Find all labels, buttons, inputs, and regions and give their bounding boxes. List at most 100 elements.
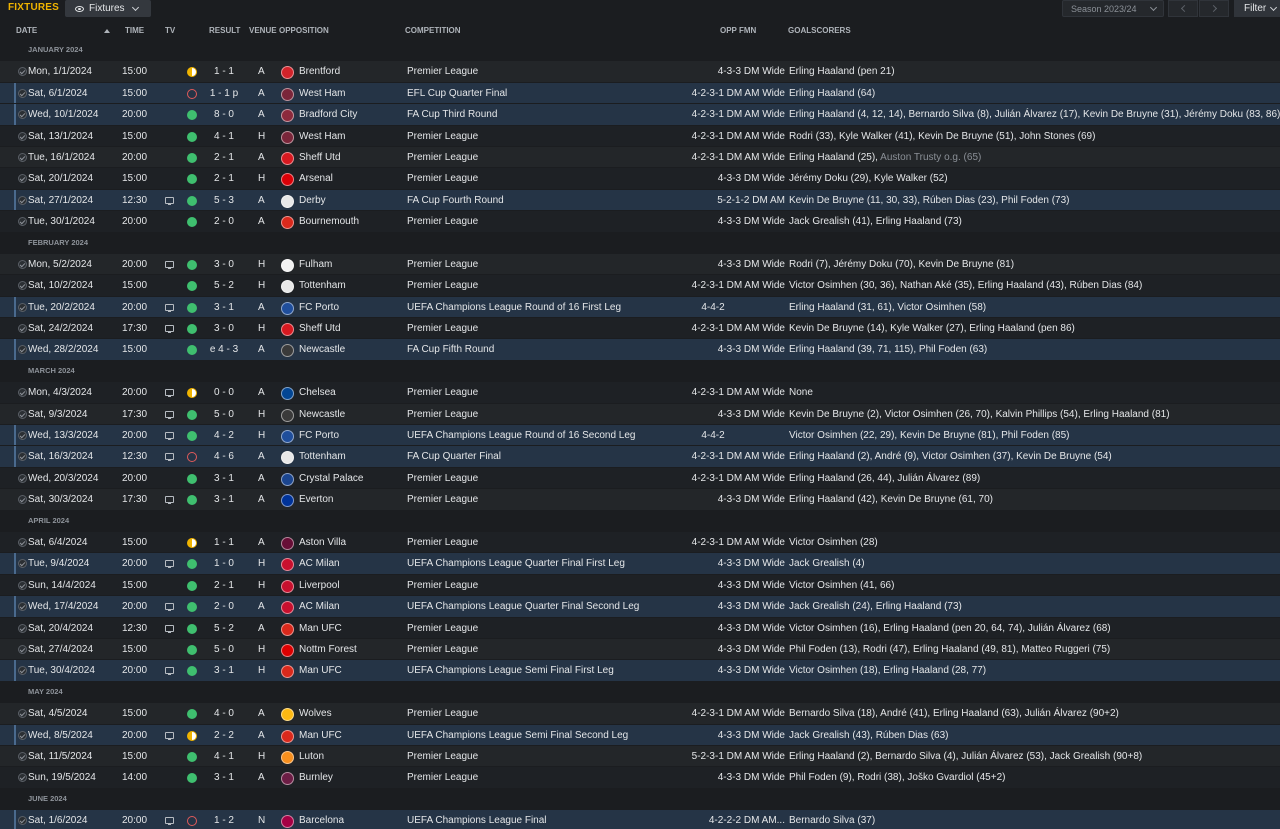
fixture-result[interactable]: 2 - 1 xyxy=(202,580,246,591)
column-header-time[interactable]: TIME xyxy=(125,26,144,35)
competition-link[interactable]: Premier League xyxy=(407,537,478,548)
opposition-link[interactable]: Luton xyxy=(299,751,324,762)
competition-link[interactable]: Premier League xyxy=(407,216,478,227)
competition-link[interactable]: Premier League xyxy=(407,66,478,77)
select-checkbox[interactable] xyxy=(18,452,27,462)
fixture-row[interactable]: Wed, 13/3/2024 20:00 4 - 2 H FC Porto UEFA Ch… xyxy=(0,424,1280,446)
competition-link[interactable]: Premier League xyxy=(407,623,478,634)
column-header-opp-fmn[interactable]: OPP FMN xyxy=(720,26,756,35)
competition-link[interactable]: FA Cup Fourth Round xyxy=(407,195,504,206)
fixture-result[interactable]: 3 - 1 xyxy=(202,772,246,783)
fixture-row[interactable]: Tue, 16/1/2024 20:00 2 - 1 A Sheff Utd Premie… xyxy=(0,145,1280,168)
competition-link[interactable]: Premier League xyxy=(407,494,478,505)
select-checkbox[interactable] xyxy=(18,816,27,826)
column-header-goalscorers[interactable]: GOALSCORERS xyxy=(788,26,851,35)
fixture-row[interactable]: Tue, 30/1/2024 20:00 2 - 0 A Bournemouth Prem… xyxy=(0,210,1280,232)
fixture-row[interactable]: Sat, 1/6/2024 20:00 1 - 2 N Barcelona UEFA Ch… xyxy=(0,809,1280,829)
competition-link[interactable]: Premier League xyxy=(407,173,478,184)
competition-link[interactable]: Premier League xyxy=(407,280,478,291)
competition-link[interactable]: UEFA Champions League Semi Final First L… xyxy=(407,665,614,676)
select-checkbox[interactable] xyxy=(18,602,27,612)
select-checkbox[interactable] xyxy=(18,709,27,719)
column-header-opposition[interactable]: OPPOSITION xyxy=(279,26,329,35)
fixture-row[interactable]: Sat, 6/4/2024 15:00 1 - 1 A Aston Villa Premi… xyxy=(0,530,1280,553)
opposition-link[interactable]: FC Porto xyxy=(299,430,339,441)
opposition-link[interactable]: AC Milan xyxy=(299,601,340,612)
select-checkbox[interactable] xyxy=(18,730,27,740)
opposition-link[interactable]: AC Milan xyxy=(299,558,340,569)
fixture-result[interactable]: 4 - 1 xyxy=(202,131,246,142)
fixture-row[interactable]: Sun, 14/4/2024 15:00 2 - 1 H Liverpool Premie… xyxy=(0,573,1280,596)
opposition-link[interactable]: Crystal Palace xyxy=(299,473,363,484)
select-checkbox[interactable] xyxy=(18,623,27,633)
season-dropdown[interactable]: Season 2023/24 xyxy=(1062,0,1164,17)
select-checkbox[interactable] xyxy=(18,495,27,505)
filter-button[interactable]: Filter xyxy=(1234,0,1280,17)
fixture-result[interactable]: 1 - 1 xyxy=(202,66,246,77)
select-checkbox[interactable] xyxy=(18,259,27,269)
opposition-link[interactable]: Brentford xyxy=(299,66,340,77)
competition-link[interactable]: UEFA Champions League Round of 16 Second… xyxy=(407,430,636,441)
column-header-tv[interactable]: TV xyxy=(165,26,175,35)
fixture-result[interactable]: 5 - 3 xyxy=(202,195,246,206)
fixture-row[interactable]: Tue, 20/2/2024 20:00 3 - 1 A FC Porto UEFA Ch… xyxy=(0,295,1280,318)
select-checkbox[interactable] xyxy=(18,324,27,334)
fixture-result[interactable]: 2 - 1 xyxy=(202,173,246,184)
fixture-result[interactable]: 2 - 1 xyxy=(202,152,246,163)
fixture-result[interactable]: 0 - 0 xyxy=(202,387,246,398)
fixture-result[interactable]: 1 - 1 p xyxy=(202,88,246,99)
competition-link[interactable]: Premier League xyxy=(407,708,478,719)
opposition-link[interactable]: Newcastle xyxy=(299,344,345,355)
view-dropdown[interactable]: Fixtures xyxy=(65,0,151,17)
fixture-result[interactable]: e 4 - 3 xyxy=(202,344,246,355)
opposition-link[interactable]: Newcastle xyxy=(299,409,345,420)
fixture-row[interactable]: Sat, 20/4/2024 12:30 5 - 2 A Man UFC Premier … xyxy=(0,616,1280,638)
select-checkbox[interactable] xyxy=(18,67,27,77)
fixture-result[interactable]: 4 - 1 xyxy=(202,751,246,762)
fixture-row[interactable]: Wed, 20/3/2024 20:00 3 - 1 A Crystal Palace P… xyxy=(0,466,1280,489)
opposition-link[interactable]: Tottenham xyxy=(299,280,346,291)
select-checkbox[interactable] xyxy=(18,152,27,162)
fixture-row[interactable]: Sat, 24/2/2024 17:30 3 - 0 H Sheff Utd Premie… xyxy=(0,317,1280,339)
competition-link[interactable]: Premier League xyxy=(407,409,478,420)
fixture-row[interactable]: Sat, 16/3/2024 12:30 4 - 6 A Tottenham FA Cup… xyxy=(0,445,1280,468)
fixture-result[interactable]: 5 - 0 xyxy=(202,409,246,420)
fixture-result[interactable]: 2 - 0 xyxy=(202,601,246,612)
competition-link[interactable]: EFL Cup Quarter Final xyxy=(407,88,507,99)
competition-link[interactable]: UEFA Champions League Final xyxy=(407,815,547,826)
fixture-result[interactable]: 2 - 0 xyxy=(202,216,246,227)
select-checkbox[interactable] xyxy=(18,131,27,141)
competition-link[interactable]: Premier League xyxy=(407,751,478,762)
fixture-result[interactable]: 5 - 0 xyxy=(202,644,246,655)
opposition-link[interactable]: Nottm Forest xyxy=(299,644,357,655)
select-checkbox[interactable] xyxy=(18,345,27,355)
opposition-link[interactable]: Fulham xyxy=(299,259,332,270)
competition-link[interactable]: FA Cup Quarter Final xyxy=(407,451,501,462)
fixture-row[interactable]: Tue, 30/4/2024 20:00 3 - 1 H Man UFC UEFA Cha… xyxy=(0,659,1280,682)
competition-link[interactable]: Premier League xyxy=(407,131,478,142)
opposition-link[interactable]: Aston Villa xyxy=(299,537,346,548)
fixture-row[interactable]: Wed, 8/5/2024 20:00 2 - 2 A Man UFC UEFA Cham… xyxy=(0,723,1280,746)
fixture-result[interactable]: 3 - 1 xyxy=(202,494,246,505)
select-checkbox[interactable] xyxy=(18,302,27,312)
opposition-link[interactable]: Derby xyxy=(299,195,326,206)
select-checkbox[interactable] xyxy=(18,559,27,569)
competition-link[interactable]: Premier League xyxy=(407,644,478,655)
select-checkbox[interactable] xyxy=(18,174,27,184)
fixture-row[interactable]: Wed, 17/4/2024 20:00 2 - 0 A AC Milan UEFA Ch… xyxy=(0,595,1280,617)
competition-link[interactable]: UEFA Champions League Quarter Final Seco… xyxy=(407,601,639,612)
competition-link[interactable]: Premier League xyxy=(407,772,478,783)
fixture-row[interactable]: Sat, 27/1/2024 12:30 5 - 3 A Derby FA Cup Fou… xyxy=(0,188,1280,211)
fixture-row[interactable]: Sat, 20/1/2024 15:00 2 - 1 H Arsenal Premier … xyxy=(0,167,1280,189)
competition-link[interactable]: FA Cup Third Round xyxy=(407,109,497,120)
fixture-row[interactable]: Sat, 10/2/2024 15:00 5 - 2 H Tottenham Premie… xyxy=(0,274,1280,296)
opposition-link[interactable]: Man UFC xyxy=(299,665,342,676)
select-checkbox[interactable] xyxy=(18,431,27,441)
column-header-venue[interactable]: VENUE xyxy=(249,26,277,35)
competition-link[interactable]: UEFA Champions League Semi Final Second … xyxy=(407,730,628,741)
fixture-row[interactable]: Mon, 1/1/2024 15:00 1 - 1 A Brentford Premier… xyxy=(0,60,1280,82)
opposition-link[interactable]: FC Porto xyxy=(299,302,339,313)
fixture-row[interactable]: Sat, 9/3/2024 17:30 5 - 0 H Newcastle Premier… xyxy=(0,402,1280,425)
fixture-result[interactable]: 4 - 6 xyxy=(202,451,246,462)
opposition-link[interactable]: Wolves xyxy=(299,708,332,719)
